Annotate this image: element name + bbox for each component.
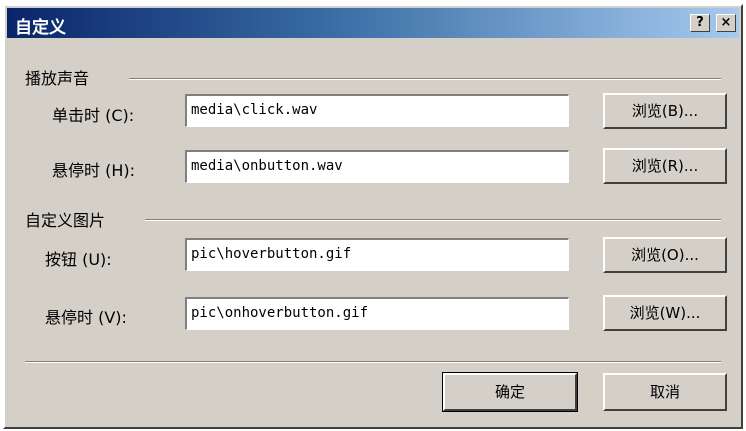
group-divider-image [145, 219, 721, 221]
dialog-title: 自定义 [15, 18, 66, 38]
browse-hover-image-button[interactable]: 浏览(W)... [603, 295, 727, 331]
cancel-button[interactable]: 取消 [603, 373, 727, 411]
footer-divider [25, 361, 721, 363]
group-divider-sound [129, 78, 721, 80]
hover-sound-field[interactable]: media\onbutton.wav [185, 150, 569, 183]
label-button-image: 按钮 (U): [45, 250, 112, 269]
hover-image-field[interactable]: pic\onhoverbutton.gif [185, 297, 569, 330]
button-image-field[interactable]: pic\hoverbutton.gif [185, 238, 569, 271]
label-hover-sound: 悬停时 (H): [52, 161, 135, 180]
close-button[interactable]: × [716, 14, 736, 32]
help-button[interactable]: ? [690, 14, 710, 32]
label-hover-image: 悬停时 (V): [45, 308, 127, 327]
group-label-image: 自定义图片 [25, 211, 106, 230]
customize-dialog: 自定义 ? × 播放声音 单击时 (C): media\click.wav 浏览… [3, 4, 743, 429]
browse-button-image-button[interactable]: 浏览(O)... [603, 237, 727, 273]
click-sound-field[interactable]: media\click.wav [185, 94, 569, 127]
browse-click-sound-button[interactable]: 浏览(B)... [603, 93, 727, 129]
ok-button[interactable]: 确定 [442, 372, 578, 412]
group-label-sound: 播放声音 [25, 69, 90, 88]
label-click-sound: 单击时 (C): [52, 106, 135, 125]
browse-hover-sound-button[interactable]: 浏览(R)... [603, 148, 727, 184]
title-bar[interactable]: 自定义 ? × [7, 8, 739, 38]
